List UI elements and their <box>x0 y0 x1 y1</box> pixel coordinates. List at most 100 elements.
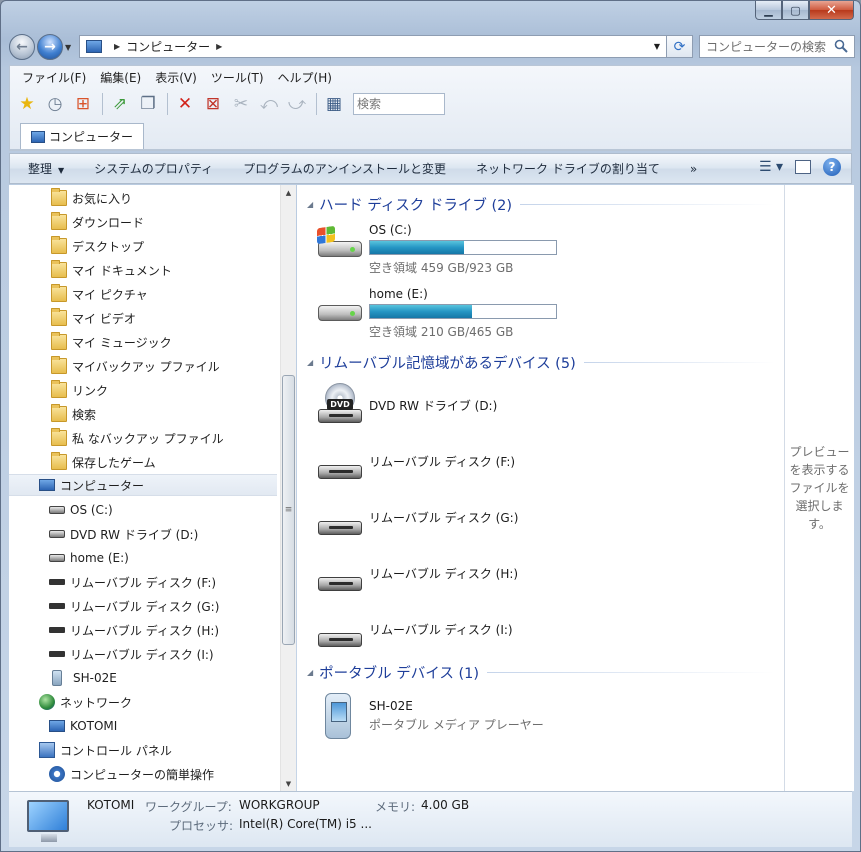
close-button[interactable]: ✕ <box>809 1 854 20</box>
tree-item-computer[interactable]: コンピューター <box>9 474 277 496</box>
address-dropdown-icon[interactable]: ▼ <box>654 42 660 51</box>
refresh-button[interactable]: ⟳ <box>667 35 693 58</box>
collapse-triangle-icon[interactable]: ◢ <box>307 358 313 367</box>
breadcrumb-chevron-icon[interactable]: ▶ <box>216 42 222 51</box>
tree-item-searches[interactable]: 検索 <box>9 403 277 425</box>
tree-item-drive-d[interactable]: DVD RW ドライブ (D:) <box>9 523 277 545</box>
tree-item-private-backup[interactable]: 私 なバックアッ プファイル <box>9 427 277 449</box>
tree-item-my-videos[interactable]: マイ ビデオ <box>9 307 277 329</box>
tree-label: リムーバブル ディスク (F:) <box>70 575 217 590</box>
menu-view[interactable]: 表示(V) <box>155 69 197 86</box>
tree-item-kotomi[interactable]: KOTOMI <box>9 715 277 737</box>
tree-label: home (E:) <box>70 551 129 565</box>
view-options-icon[interactable]: ▦ <box>321 92 347 116</box>
search-input[interactable]: コンピューターの検索 <box>699 35 855 58</box>
drive-item-i[interactable]: リムーバブル ディスク (I:) <box>315 615 513 655</box>
tree-item-my-documents[interactable]: マイ ドキュメント <box>9 259 277 281</box>
minimize-button[interactable]: ▁ <box>755 1 782 20</box>
portable-device-sh02e[interactable]: SH-02E ポータブル メディア プレーヤー <box>315 693 544 741</box>
history-clock-icon[interactable]: ◷ <box>42 92 68 116</box>
menu-file[interactable]: ファイル(F) <box>22 69 86 86</box>
computer-icon <box>86 40 102 53</box>
system-properties-button[interactable]: システムのプロパティ <box>94 160 213 177</box>
drive-item-g[interactable]: リムーバブル ディスク (G:) <box>315 503 518 543</box>
tab-label: コンピューター <box>49 130 134 144</box>
drive-item-d[interactable]: DVD DVD RW ドライブ (D:) <box>315 383 497 423</box>
chevron-down-icon: ▼ <box>58 166 65 175</box>
navigation-pane: お気に入り ダウンロード デスクトップ マイ ドキュメント マイ ピクチャ マイ… <box>9 185 296 791</box>
tree-item-my-music[interactable]: マイ ミュージック <box>9 331 277 353</box>
tree-item-my-backup[interactable]: マイバックアッ プファイル <box>9 355 277 377</box>
tab-strip: コンピューター <box>10 120 851 150</box>
nav-scrollbar[interactable]: ▲ ≡ ▼ <box>280 185 296 791</box>
group-header-removable[interactable]: ◢ リムーバブル記憶域があるデバイス (5) <box>307 351 775 373</box>
delete-window-icon[interactable]: ⊠ <box>200 92 226 116</box>
scroll-up-arrow-icon[interactable]: ▲ <box>281 185 296 200</box>
maximize-button[interactable]: ▢ <box>782 1 809 20</box>
tree-item-favorites[interactable]: お気に入り <box>9 187 277 209</box>
tab-computer[interactable]: コンピューター <box>20 123 145 149</box>
group-header-hdd[interactable]: ◢ ハード ディスク ドライブ (2) <box>307 193 775 215</box>
drive-item-h[interactable]: リムーバブル ディスク (H:) <box>315 559 518 599</box>
menu-tools[interactable]: ツール(T) <box>211 69 264 86</box>
tree-item-drive-i[interactable]: リムーバブル ディスク (I:) <box>9 643 277 665</box>
folder-icon <box>51 428 67 446</box>
drive-item-f[interactable]: リムーバブル ディスク (F:) <box>315 447 515 487</box>
favorites-star-icon[interactable]: ★ <box>14 92 40 116</box>
tree-item-my-pictures[interactable]: マイ ピクチャ <box>9 283 277 305</box>
toolbar-search-input[interactable]: 検索 <box>353 93 445 115</box>
more-commands-button[interactable]: » <box>690 162 697 176</box>
control-panel-icon <box>39 742 55 758</box>
undo-icon[interactable]: ⤺ <box>256 92 282 116</box>
group-header-portable[interactable]: ◢ ポータブル デバイス (1) <box>307 661 775 683</box>
preview-pane-icon[interactable] <box>795 160 811 174</box>
menu-help[interactable]: ヘルプ(H) <box>278 69 332 86</box>
tree-item-drive-c[interactable]: OS (C:) <box>9 499 277 521</box>
copy-windows-icon[interactable]: ❐ <box>135 92 161 116</box>
back-button[interactable]: ← <box>9 34 35 60</box>
collapse-triangle-icon[interactable]: ◢ <box>307 668 313 677</box>
tree-item-control-panel[interactable]: コントロール パネル <box>9 739 277 761</box>
delete-x-icon[interactable]: ✕ <box>172 92 198 116</box>
change-view-icon[interactable]: ☰ ▾ <box>759 159 783 175</box>
move-up-icon[interactable]: ⇗ <box>107 92 133 116</box>
dvd-drive-icon <box>49 530 65 538</box>
menu-edit[interactable]: 編集(E) <box>100 69 141 86</box>
drive-item-c[interactable]: OS (C:) 空き領域 459 GB/923 GB <box>315 223 557 276</box>
scroll-thumb[interactable]: ≡ <box>282 375 295 645</box>
tree-item-downloads[interactable]: ダウンロード <box>9 211 277 233</box>
organize-button[interactable]: 整理 ▼ <box>28 160 64 177</box>
redo-icon[interactable]: ⤻ <box>284 92 310 116</box>
tree-label: マイ ビデオ <box>72 311 136 326</box>
tree-item-drive-e[interactable]: home (E:) <box>9 547 277 569</box>
scroll-down-arrow-icon[interactable]: ▼ <box>281 776 296 791</box>
collapse-triangle-icon[interactable]: ◢ <box>307 200 313 209</box>
uninstall-program-button[interactable]: プログラムのアンインストールと変更 <box>243 160 446 177</box>
tree-item-sh02e[interactable]: SH-02E <box>9 667 277 689</box>
windows-logo-icon[interactable]: ⊞ <box>70 92 96 116</box>
command-bar: 整理 ▼ システムのプロパティ プログラムのアンインストールと変更 ネットワーク … <box>9 153 852 184</box>
tree-item-saved-games[interactable]: 保存したゲーム <box>9 451 277 473</box>
breadcrumb-computer[interactable]: コンピューター <box>126 38 210 55</box>
tree-item-ease-of-access[interactable]: コンピューターの簡単操作 <box>9 763 277 785</box>
group-rule <box>583 361 775 363</box>
help-icon[interactable]: ? <box>823 158 841 176</box>
phone-icon <box>315 693 365 741</box>
address-bar[interactable]: ▶ コンピューター ▶ ▼ <box>79 35 667 58</box>
recent-pages-dropdown[interactable]: ▼ <box>65 43 75 52</box>
tree-item-drive-g[interactable]: リムーバブル ディスク (G:) <box>9 595 277 617</box>
cut-icon[interactable]: ✂ <box>228 92 254 116</box>
tree-item-desktop[interactable]: デスクトップ <box>9 235 277 257</box>
tree-item-links[interactable]: リンク <box>9 379 277 401</box>
tree-item-drive-h[interactable]: リムーバブル ディスク (H:) <box>9 619 277 641</box>
dvd-drive-icon: DVD <box>315 383 365 423</box>
tree-item-drive-f[interactable]: リムーバブル ディスク (F:) <box>9 571 277 593</box>
map-network-drive-button[interactable]: ネットワーク ドライブの割り当て <box>476 160 660 177</box>
search-icon[interactable] <box>834 39 848 56</box>
hard-drive-icon <box>49 554 65 562</box>
drive-item-e[interactable]: home (E:) 空き領域 210 GB/465 GB <box>315 287 557 340</box>
tree-item-network[interactable]: ネットワーク <box>9 691 277 713</box>
forward-button[interactable]: → <box>37 34 63 60</box>
explorer-window: ▁ ▢ ✕ ← → ▼ ▶ コンピューター ▶ ▼ ⟳ コンピューターの検索 フ… <box>0 0 861 852</box>
breadcrumb-chevron-icon[interactable]: ▶ <box>114 42 120 51</box>
